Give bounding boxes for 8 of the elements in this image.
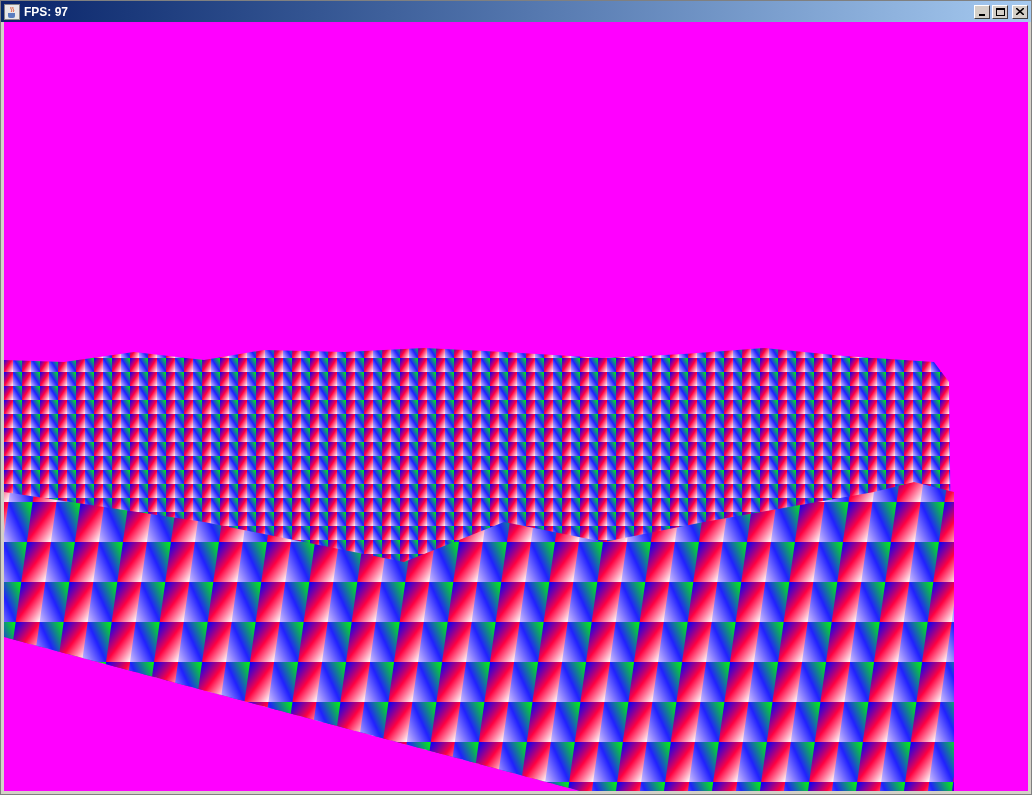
- minimize-icon: [979, 13, 985, 16]
- maximize-icon: [995, 7, 1005, 16]
- close-button[interactable]: [1012, 4, 1028, 19]
- close-icon: [1016, 8, 1024, 15]
- minimize-button[interactable]: [974, 4, 990, 19]
- cup-icon: [4, 3, 20, 20]
- maximize-button[interactable]: [992, 4, 1008, 19]
- window-title: FPS: 97: [24, 3, 68, 21]
